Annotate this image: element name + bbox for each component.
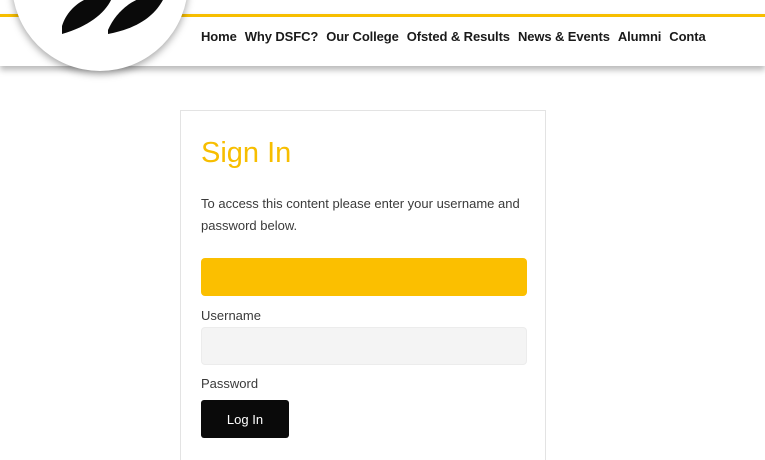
nav-item-news-events[interactable]: News & Events [518, 29, 610, 44]
sign-in-card: Sign In To access this content please en… [180, 110, 546, 460]
nav-item-our-college[interactable]: Our College [326, 29, 399, 44]
nav-item-why-dsfc[interactable]: Why DSFC? [245, 29, 319, 44]
sign-in-description: To access this content please enter your… [201, 196, 520, 233]
notice-bar [201, 258, 527, 296]
nav-item-alumni[interactable]: Alumni [618, 29, 662, 44]
password-label: Password [201, 376, 259, 391]
page: Home Why DSFC? Our College Ofsted & Resu… [0, 0, 765, 460]
nav-item-ofsted-results[interactable]: Ofsted & Results [407, 29, 510, 44]
nav-item-contact[interactable]: Conta [669, 29, 705, 44]
sign-in-title: Sign In [201, 137, 292, 169]
nav-item-home[interactable]: Home [201, 29, 237, 44]
username-input[interactable] [201, 327, 527, 365]
college-logo-mark-icon [62, 0, 163, 34]
nav-list: Home Why DSFC? Our College Ofsted & Resu… [201, 29, 714, 44]
log-in-button[interactable]: Log In [201, 400, 289, 438]
username-label: Username [201, 308, 261, 323]
